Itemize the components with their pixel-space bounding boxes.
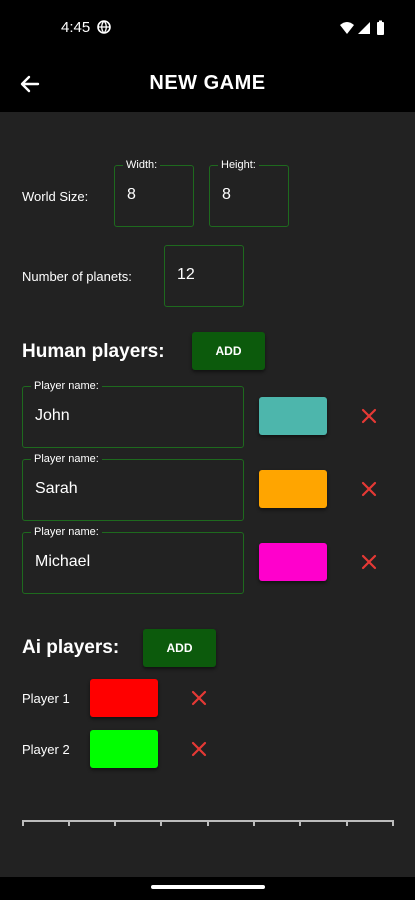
ai-player-name: Player 1	[22, 691, 70, 706]
close-icon	[191, 690, 207, 706]
ai-player-name: Player 2	[22, 742, 70, 757]
ai-color-swatch[interactable]	[90, 730, 158, 768]
remove-player-button[interactable]	[360, 480, 378, 498]
remove-ai-button[interactable]	[190, 689, 208, 707]
world-width-value: 8	[127, 186, 136, 203]
remove-ai-button[interactable]	[190, 740, 208, 758]
remove-player-button[interactable]	[360, 553, 378, 571]
ai-color-swatch[interactable]	[90, 679, 158, 717]
player-name-value: Michael	[35, 553, 91, 570]
navigation-bar	[0, 877, 415, 900]
app-bar: NEW GAME	[0, 56, 415, 112]
planets-field[interactable]: 12	[164, 245, 244, 307]
player-name-field[interactable]: Player name: John	[22, 379, 244, 448]
close-icon	[361, 408, 377, 424]
status-time: 4:45	[61, 19, 91, 36]
add-ai-button[interactable]: ADD	[143, 629, 216, 667]
status-icons	[340, 20, 384, 35]
planets-label: Number of planets:	[22, 269, 132, 284]
player-color-swatch[interactable]	[259, 470, 327, 508]
close-icon	[191, 741, 207, 757]
player-color-swatch[interactable]	[259, 397, 327, 435]
player-name-legend: Player name:	[31, 379, 102, 393]
wifi-icon	[340, 22, 354, 34]
player-color-swatch[interactable]	[259, 543, 327, 581]
player-name-value: John	[35, 407, 70, 424]
signal-icon	[358, 22, 370, 34]
close-icon	[361, 554, 377, 570]
player-name-field[interactable]: Player name: Sarah	[22, 452, 244, 521]
ai-players-title: Ai players:	[22, 637, 120, 658]
player-name-legend: Player name:	[31, 452, 102, 466]
remove-player-button[interactable]	[360, 407, 378, 425]
home-gesture-handle[interactable]	[151, 885, 265, 889]
slider-track[interactable]	[22, 817, 394, 829]
add-human-button[interactable]: ADD	[192, 332, 265, 370]
world-height-value: 8	[222, 186, 231, 203]
slider-ticks	[22, 820, 394, 826]
world-height-legend: Height:	[218, 158, 259, 172]
close-icon	[361, 481, 377, 497]
page-title: NEW GAME	[149, 72, 266, 94]
player-name-legend: Player name:	[31, 525, 102, 539]
player-name-field[interactable]: Player name: Michael	[22, 525, 244, 594]
planets-value: 12	[177, 266, 195, 283]
battery-icon	[377, 20, 384, 35]
vpn-globe-icon	[97, 20, 111, 34]
player-name-value: Sarah	[35, 480, 78, 497]
new-game-form: World Size: Width: 8 Height: 8 Number of…	[0, 112, 415, 877]
world-size-label: World Size:	[22, 189, 89, 204]
world-height-field[interactable]: Height: 8	[209, 158, 289, 227]
world-width-field[interactable]: Width: 8	[114, 158, 194, 227]
status-bar: 4:45	[0, 0, 415, 56]
world-width-legend: Width:	[123, 158, 161, 172]
human-players-title: Human players:	[22, 341, 165, 362]
